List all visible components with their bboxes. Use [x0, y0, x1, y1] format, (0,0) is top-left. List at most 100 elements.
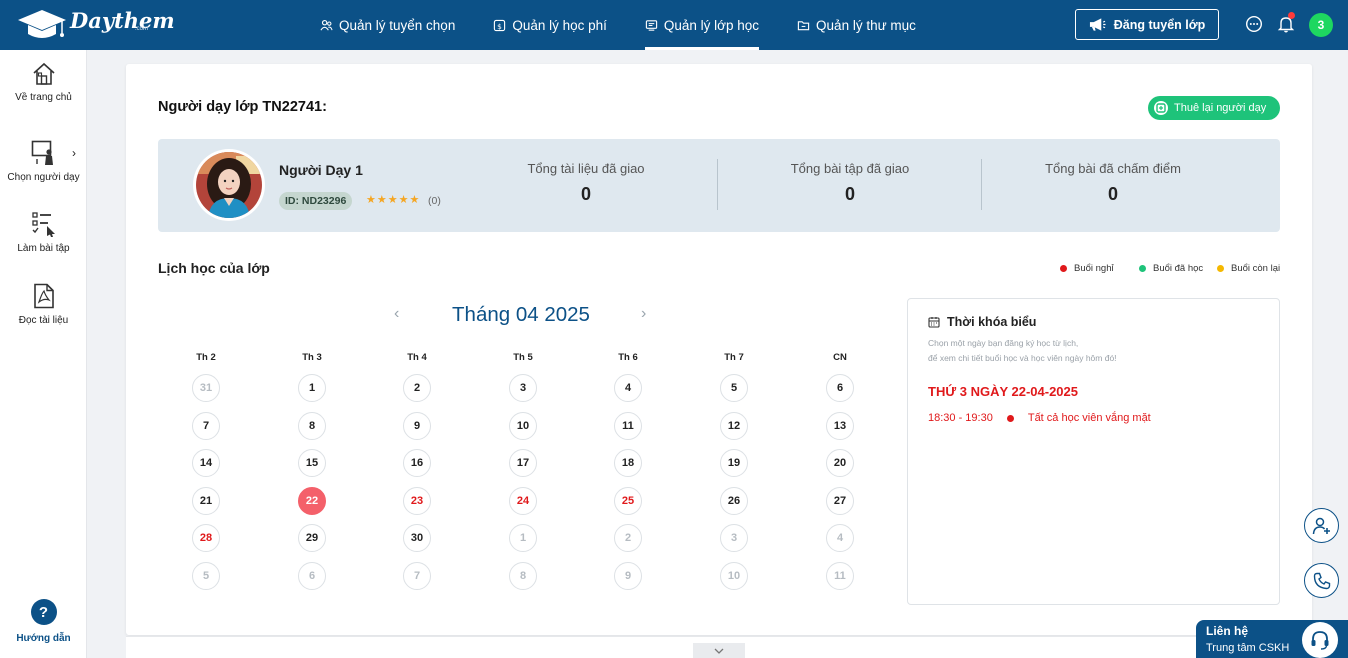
calendar-day[interactable]: 14: [192, 449, 220, 477]
calendar-day[interactable]: 4: [614, 374, 642, 402]
user-avatar[interactable]: 3: [1309, 13, 1333, 37]
calendar-day[interactable]: 28: [192, 524, 220, 552]
calendar-day[interactable]: 9: [614, 562, 642, 590]
stat-assignments: Tổng bài tập đã giao 0: [759, 161, 941, 205]
calendar-day[interactable]: 8: [298, 412, 326, 440]
rehire-teacher-button[interactable]: Thuê lại người dạy: [1148, 96, 1280, 120]
classroom-icon: [645, 19, 658, 31]
calendar-day[interactable]: 1: [509, 524, 537, 552]
teacher-avatar[interactable]: [193, 149, 265, 221]
calendar-day[interactable]: 10: [509, 412, 537, 440]
nav-label: Quản lý học phí: [512, 17, 607, 33]
calendar-day[interactable]: 26: [720, 487, 748, 515]
calendar-day[interactable]: 8: [509, 562, 537, 590]
sidebar-item-help[interactable]: ? Hướng dẫn: [0, 599, 87, 644]
calendar-day[interactable]: 15: [298, 449, 326, 477]
checklist-icon: [31, 212, 55, 237]
phone-icon: [1313, 572, 1330, 589]
sidebar-item-homework[interactable]: Làm bài tập: [0, 211, 87, 254]
next-month-button[interactable]: ›: [641, 305, 646, 323]
logo[interactable]: Daythem: [16, 6, 175, 42]
contact-support-widget[interactable]: Liên hệ Trung tâm CSKH: [1196, 620, 1348, 658]
calendar-day[interactable]: 2: [614, 524, 642, 552]
prev-month-button[interactable]: ‹: [394, 305, 399, 323]
add-user-button[interactable]: [1304, 508, 1339, 543]
teacher-name[interactable]: Người Dạy 1: [279, 162, 363, 178]
home-icon: [32, 62, 55, 85]
stat-value: 0: [580, 184, 591, 204]
weekday-header: Th 5: [513, 352, 533, 363]
calendar-day[interactable]: 10: [720, 562, 748, 590]
rehire-label: Thuê lại người dạy: [1174, 102, 1267, 114]
rating-count: (0): [428, 195, 441, 207]
teacher-photo: [196, 152, 262, 218]
calendar-day[interactable]: 6: [298, 562, 326, 590]
notification-dot: [1288, 12, 1295, 19]
calendar-day[interactable]: 1: [298, 374, 326, 402]
nav-selection[interactable]: Quản lý tuyển chọn: [320, 0, 455, 50]
calendar-day[interactable]: 9: [403, 412, 431, 440]
add-user-icon: [1312, 517, 1330, 534]
call-button[interactable]: [1304, 563, 1339, 598]
chevron-right-icon[interactable]: ›: [72, 146, 76, 160]
calendar-day[interactable]: 3: [720, 524, 748, 552]
calendar-day[interactable]: 31: [192, 374, 220, 402]
chevron-down-icon[interactable]: [693, 643, 745, 658]
calendar-day[interactable]: 7: [403, 562, 431, 590]
calendar-day[interactable]: 22: [298, 487, 326, 515]
calendar-day[interactable]: 20: [826, 449, 854, 477]
nav-folders[interactable]: Quản lý thư mục: [797, 0, 916, 50]
help-label: Hướng dẫn: [16, 633, 71, 644]
legend-label: Buổi đã học: [1153, 263, 1204, 274]
calendar-day[interactable]: 29: [298, 524, 326, 552]
weekday-header: Th 7: [724, 352, 744, 363]
session-row[interactable]: 18:30 - 19:30 Tất cả học viên vắng mặt: [928, 412, 1151, 424]
calendar-day[interactable]: 21: [192, 487, 220, 515]
weekday-header: Th 4: [407, 352, 427, 363]
sidebar-item-documents[interactable]: Đọc tài liệu: [0, 283, 87, 326]
legend-absent: Buổi nghỉ: [1060, 263, 1114, 274]
brand-name: Daythem: [70, 7, 175, 33]
legend-dot: [1139, 265, 1146, 272]
contact-title: Liên hệ: [1206, 624, 1249, 638]
timetable-title: Thời khóa biểu: [928, 315, 1036, 329]
stat-value: 0: [1107, 184, 1118, 204]
calendar-day[interactable]: 5: [720, 374, 748, 402]
calendar-day[interactable]: 5: [192, 562, 220, 590]
sidebar: Về trang chủ Chọn người dạy › Làm bài tậ…: [0, 50, 87, 658]
desc-line: Chọn một ngày bạn đăng ký học từ lịch,: [928, 338, 1079, 348]
chat-icon[interactable]: [1245, 15, 1263, 33]
calendar-day[interactable]: 23: [403, 487, 431, 515]
divider: [717, 159, 718, 210]
calendar-day[interactable]: 2: [403, 374, 431, 402]
calendar-day[interactable]: 11: [826, 562, 854, 590]
post-class-button[interactable]: Đăng tuyển lớp: [1075, 9, 1219, 40]
sidebar-item-home[interactable]: Về trang chủ: [0, 62, 87, 103]
calendar-day[interactable]: 7: [192, 412, 220, 440]
stat-graded: Tổng bài đã chấm điểm 0: [1013, 161, 1213, 205]
calendar-day[interactable]: 4: [826, 524, 854, 552]
calendar-day[interactable]: 19: [720, 449, 748, 477]
sidebar-item-label: Chọn người dạy: [7, 172, 80, 183]
calendar-day[interactable]: 3: [509, 374, 537, 402]
timetable-title-text: Thời khóa biểu: [947, 315, 1037, 329]
absent-dot: [1006, 414, 1014, 422]
nav-classes[interactable]: Quản lý lớp học: [644, 0, 760, 50]
calendar-day[interactable]: 16: [403, 449, 431, 477]
schedule-title: Lịch học của lớp: [158, 260, 270, 276]
calendar-day[interactable]: 30: [403, 524, 431, 552]
dollar-icon: $: [494, 19, 506, 31]
calendar-day[interactable]: 27: [826, 487, 854, 515]
help-icon: ?: [30, 599, 57, 625]
calendar-day[interactable]: 13: [826, 412, 854, 440]
calendar-day[interactable]: 18: [614, 449, 642, 477]
calendar-day[interactable]: 24: [509, 487, 537, 515]
contact-subtitle: Trung tâm CSKH: [1206, 642, 1290, 654]
class-detail-card: Người dạy lớp TN22741: Thuê lại người dạ…: [126, 64, 1312, 635]
calendar-day[interactable]: 25: [614, 487, 642, 515]
nav-tuition[interactable]: $ Quản lý học phí: [493, 0, 607, 50]
calendar-day[interactable]: 12: [720, 412, 748, 440]
calendar-day[interactable]: 6: [826, 374, 854, 402]
calendar-day[interactable]: 11: [614, 412, 642, 440]
calendar-day[interactable]: 17: [509, 449, 537, 477]
